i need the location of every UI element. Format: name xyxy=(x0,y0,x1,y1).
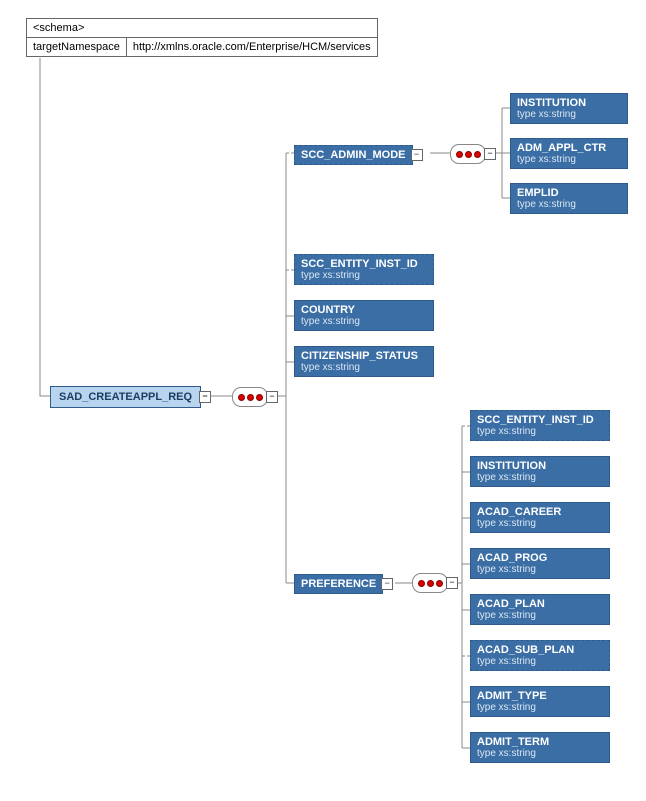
element-acad-career[interactable]: ACAD_CAREER type xs:string xyxy=(470,502,610,533)
sequence-icon: − xyxy=(232,387,268,407)
element-adm-appl-ctr[interactable]: ADM_APPL_CTR type xs:string xyxy=(510,138,628,169)
type-label: type xs:string xyxy=(477,610,603,621)
type-label: type xs:string xyxy=(517,154,621,165)
element-emplid[interactable]: EMPLID type xs:string xyxy=(510,183,628,214)
sequence-icon: − xyxy=(450,144,486,164)
type-label: type xs:string xyxy=(301,362,427,373)
ns-label: targetNamespace xyxy=(27,38,127,57)
element-citizenship-status[interactable]: CITIZENSHIP_STATUS type xs:string xyxy=(294,346,434,377)
element-admit-term[interactable]: ADMIT_TERM type xs:string xyxy=(470,732,610,763)
element-scc-admin-mode[interactable]: SCC_ADMIN_MODE − xyxy=(294,145,413,165)
element-pref-institution[interactable]: INSTITUTION type xs:string xyxy=(470,456,610,487)
expand-toggle-icon[interactable]: − xyxy=(266,391,278,403)
type-label: type xs:string xyxy=(517,109,621,120)
element-acad-prog[interactable]: ACAD_PROG type xs:string xyxy=(470,548,610,579)
type-label: type xs:string xyxy=(477,748,603,759)
element-admit-type[interactable]: ADMIT_TYPE type xs:string xyxy=(470,686,610,717)
expand-toggle-icon[interactable]: − xyxy=(411,149,423,161)
type-label: type xs:string xyxy=(477,426,603,437)
type-label: type xs:string xyxy=(477,702,603,713)
type-label: type xs:string xyxy=(477,472,603,483)
expand-toggle-icon[interactable]: − xyxy=(381,578,393,590)
type-label: type xs:string xyxy=(301,316,427,327)
element-acad-plan[interactable]: ACAD_PLAN type xs:string xyxy=(470,594,610,625)
type-label: type xs:string xyxy=(477,518,603,529)
ns-value: http://xmlns.oracle.com/Enterprise/HCM/s… xyxy=(126,38,377,57)
schema-header-box: <schema> targetNamespace http://xmlns.or… xyxy=(26,18,378,57)
sequence-icon: − xyxy=(412,573,448,593)
element-scc-entity-inst-id[interactable]: SCC_ENTITY_INST_ID type xs:string xyxy=(294,254,434,285)
element-institution[interactable]: INSTITUTION type xs:string xyxy=(510,93,628,124)
expand-toggle-icon[interactable]: − xyxy=(199,391,211,403)
type-label: type xs:string xyxy=(477,564,603,575)
element-acad-sub-plan[interactable]: ACAD_SUB_PLAN type xs:string xyxy=(470,640,610,671)
element-preference[interactable]: PREFERENCE − xyxy=(294,574,383,594)
element-pref-scc-entity-inst-id[interactable]: SCC_ENTITY_INST_ID type xs:string xyxy=(470,410,610,441)
expand-toggle-icon[interactable]: − xyxy=(484,148,496,160)
schema-title: <schema> xyxy=(27,19,378,38)
expand-toggle-icon[interactable]: − xyxy=(446,577,458,589)
type-label: type xs:string xyxy=(517,199,621,210)
type-label: type xs:string xyxy=(477,656,603,667)
root-element[interactable]: SAD_CREATEAPPL_REQ − xyxy=(50,386,201,408)
element-country[interactable]: COUNTRY type xs:string xyxy=(294,300,434,331)
type-label: type xs:string xyxy=(301,270,427,281)
